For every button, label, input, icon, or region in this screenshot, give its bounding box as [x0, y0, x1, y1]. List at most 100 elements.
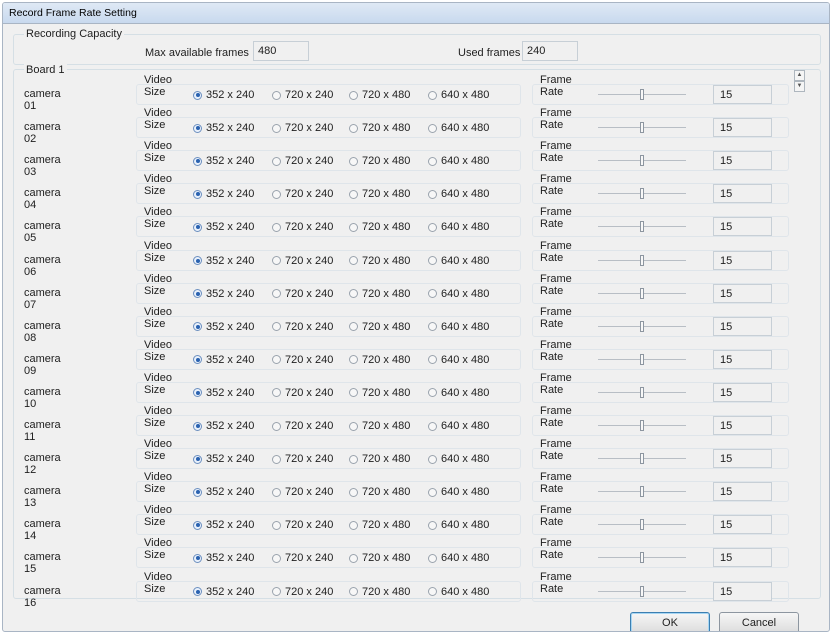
frame-rate-value-field[interactable]: 15 [713, 118, 772, 138]
frame-rate-value-field[interactable]: 15 [713, 85, 772, 104]
radio-indicator[interactable] [349, 322, 358, 332]
video-size-radio[interactable]: 720 x 240 [272, 486, 333, 498]
radio-indicator[interactable] [193, 289, 202, 299]
frame-rate-slider[interactable] [598, 155, 686, 167]
video-size-radio[interactable]: 352 x 240 [193, 188, 254, 200]
slider-thumb[interactable] [640, 320, 644, 332]
video-size-radio[interactable]: 720 x 240 [272, 255, 333, 267]
radio-indicator[interactable] [428, 520, 437, 530]
radio-indicator[interactable] [349, 355, 358, 365]
radio-indicator[interactable] [272, 454, 281, 464]
radio-indicator[interactable] [349, 222, 358, 232]
radio-indicator[interactable] [193, 487, 202, 497]
video-size-radio[interactable]: 352 x 240 [193, 155, 254, 167]
frame-rate-slider[interactable] [598, 420, 686, 431]
slider-thumb[interactable] [640, 155, 644, 167]
radio-indicator[interactable] [193, 322, 202, 332]
video-size-radio[interactable]: 720 x 480 [349, 586, 410, 598]
video-size-radio[interactable]: 352 x 240 [193, 288, 254, 300]
frame-rate-value-field[interactable]: 15 [713, 449, 772, 469]
video-size-radio[interactable]: 720 x 480 [349, 420, 410, 432]
slider-thumb[interactable] [640, 353, 644, 365]
radio-indicator[interactable] [272, 123, 281, 133]
video-size-radio[interactable]: 640 x 480 [428, 188, 489, 200]
radio-indicator[interactable] [193, 90, 202, 100]
slider-thumb[interactable] [640, 486, 644, 498]
radio-indicator[interactable] [428, 454, 437, 464]
frame-rate-slider[interactable] [598, 287, 686, 299]
video-size-radio[interactable]: 720 x 480 [349, 155, 410, 167]
slider-thumb[interactable] [640, 519, 644, 531]
frame-rate-slider[interactable] [598, 519, 686, 531]
video-size-radio[interactable]: 720 x 480 [349, 486, 410, 498]
video-size-radio[interactable]: 720 x 240 [272, 420, 333, 432]
video-size-radio[interactable]: 720 x 480 [349, 255, 410, 267]
video-size-radio[interactable]: 720 x 480 [349, 221, 410, 233]
frame-rate-value-field[interactable]: 15 [713, 250, 772, 270]
radio-indicator[interactable] [272, 421, 281, 431]
radio-indicator[interactable] [193, 553, 202, 563]
radio-indicator[interactable] [193, 222, 202, 232]
video-size-radio[interactable]: 720 x 240 [272, 519, 333, 531]
video-size-radio[interactable]: 640 x 480 [428, 155, 489, 167]
frame-rate-slider[interactable] [598, 221, 686, 233]
radio-indicator[interactable] [349, 123, 358, 133]
radio-indicator[interactable] [428, 90, 437, 100]
radio-indicator[interactable] [272, 222, 281, 232]
video-size-radio[interactable]: 720 x 480 [349, 89, 410, 101]
radio-indicator[interactable] [193, 454, 202, 464]
radio-indicator[interactable] [272, 90, 281, 100]
radio-indicator[interactable] [272, 587, 281, 596]
radio-indicator[interactable] [428, 289, 437, 299]
radio-indicator[interactable] [193, 520, 202, 530]
frame-rate-value-field[interactable]: 15 [713, 316, 772, 336]
radio-indicator[interactable] [272, 156, 281, 166]
video-size-radio[interactable]: 352 x 240 [193, 255, 254, 267]
radio-indicator[interactable] [272, 355, 281, 365]
radio-indicator[interactable] [349, 156, 358, 166]
video-size-radio[interactable]: 352 x 240 [193, 420, 254, 432]
ok-button[interactable]: OK [630, 612, 710, 631]
video-size-radio[interactable]: 352 x 240 [193, 586, 254, 598]
radio-indicator[interactable] [349, 90, 358, 100]
radio-indicator[interactable] [193, 388, 202, 398]
frame-rate-value-field[interactable]: 15 [713, 515, 772, 535]
radio-indicator[interactable] [193, 355, 202, 365]
slider-thumb[interactable] [640, 221, 644, 233]
frame-rate-value-field[interactable]: 15 [713, 283, 772, 303]
scroll-up-icon[interactable]: ▲ [794, 70, 805, 81]
radio-indicator[interactable] [349, 388, 358, 398]
video-size-radio[interactable]: 720 x 240 [272, 89, 333, 101]
radio-indicator[interactable] [349, 189, 358, 199]
slider-thumb[interactable] [640, 386, 644, 398]
radio-indicator[interactable] [428, 189, 437, 199]
frame-rate-value-field[interactable]: 15 [713, 382, 772, 402]
video-size-radio[interactable]: 352 x 240 [193, 387, 254, 399]
radio-indicator[interactable] [193, 123, 202, 133]
video-size-radio[interactable]: 640 x 480 [428, 354, 489, 366]
slider-thumb[interactable] [640, 254, 644, 266]
radio-indicator[interactable] [193, 189, 202, 199]
radio-indicator[interactable] [272, 289, 281, 299]
frame-rate-slider[interactable] [598, 188, 686, 200]
radio-indicator[interactable] [428, 123, 437, 133]
radio-indicator[interactable] [428, 421, 437, 431]
video-size-radio[interactable]: 352 x 240 [193, 519, 254, 531]
radio-indicator[interactable] [272, 322, 281, 332]
radio-indicator[interactable] [349, 587, 358, 596]
radio-indicator[interactable] [349, 454, 358, 464]
radio-indicator[interactable] [272, 487, 281, 497]
video-size-radio[interactable]: 720 x 240 [272, 221, 333, 233]
video-size-radio[interactable]: 720 x 240 [272, 321, 333, 333]
video-size-radio[interactable]: 720 x 240 [272, 155, 333, 167]
radio-indicator[interactable] [349, 487, 358, 497]
frame-rate-value-field[interactable]: 15 [713, 581, 772, 601]
video-size-radio[interactable]: 352 x 240 [193, 552, 254, 564]
video-size-radio[interactable]: 352 x 240 [193, 122, 254, 134]
frame-rate-value-field[interactable]: 15 [713, 482, 772, 502]
radio-indicator[interactable] [428, 355, 437, 365]
radio-indicator[interactable] [428, 388, 437, 398]
video-size-radio[interactable]: 640 x 480 [428, 321, 489, 333]
frame-rate-slider[interactable] [598, 353, 686, 365]
video-size-radio[interactable]: 720 x 240 [272, 288, 333, 300]
